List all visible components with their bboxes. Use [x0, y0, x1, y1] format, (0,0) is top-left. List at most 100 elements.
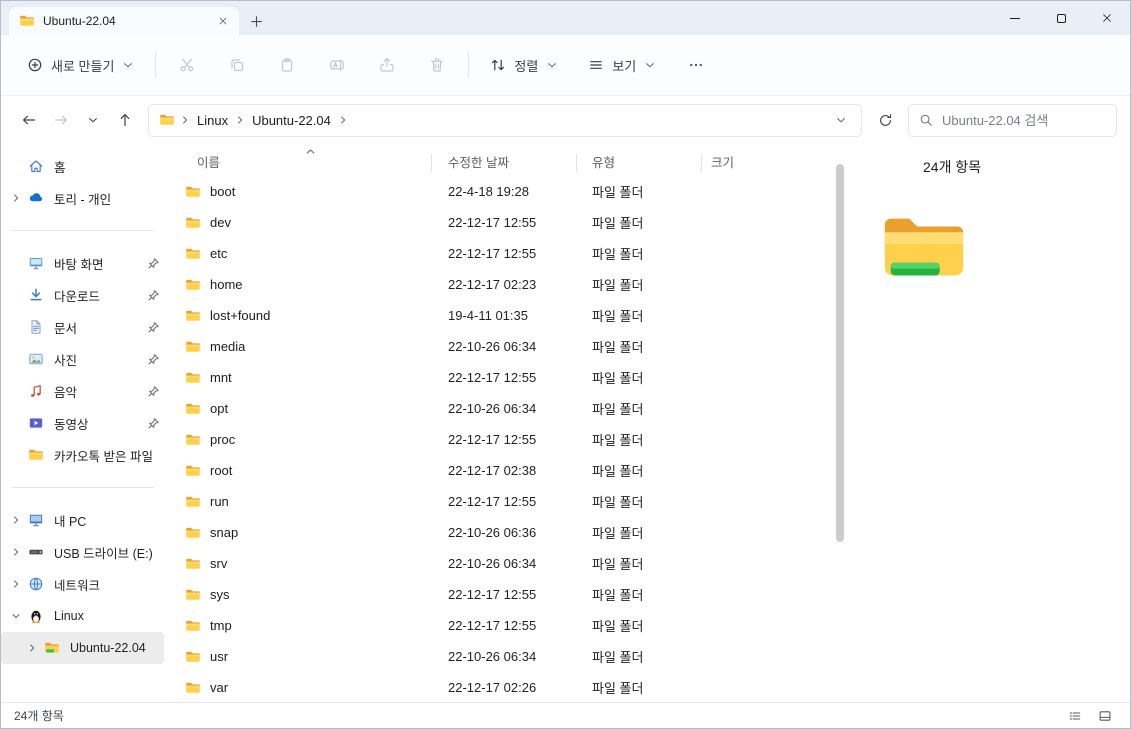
sort-button[interactable]: 정렬 — [480, 47, 568, 84]
new-tab-button[interactable] — [239, 7, 273, 35]
file-type: 파일 폴더 — [592, 526, 644, 541]
sidebar-item-ubuntu-22-04[interactable]: Ubuntu-22.04 — [1, 632, 164, 664]
sidebar-item-downloads[interactable]: 다운로드 — [1, 279, 164, 311]
file-row[interactable]: root 22-12-17 02:38 파일 폴더 — [164, 455, 833, 486]
paste-icon — [279, 57, 295, 73]
sidebar-item-usb-drive[interactable]: USB 드라이브 (E:) — [1, 536, 164, 568]
chevron-right-icon[interactable] — [5, 193, 27, 203]
chevron-right-icon[interactable] — [21, 643, 43, 653]
sidebar-item-desktop[interactable]: 바탕 화면 — [1, 247, 164, 279]
file-name-cell: tmp — [164, 618, 431, 634]
file-row[interactable]: usr 22-10-26 06:34 파일 폴더 — [164, 641, 833, 672]
scrollbar-thumb[interactable] — [836, 164, 844, 542]
pin-icon — [143, 417, 163, 430]
file-name: sys — [210, 587, 230, 602]
file-row[interactable]: tmp 22-12-17 12:55 파일 폴더 — [164, 610, 833, 641]
file-row[interactable]: proc 22-12-17 12:55 파일 폴더 — [164, 424, 833, 455]
folder-icon — [185, 370, 201, 386]
rename-icon — [329, 57, 345, 73]
file-name-cell: run — [164, 494, 431, 510]
sidebar-item-onedrive[interactable]: 토리 - 개인 — [1, 182, 164, 214]
file-row[interactable]: media 22-10-26 06:34 파일 폴더 — [164, 331, 833, 362]
sidebar-item-linux[interactable]: Linux — [1, 600, 164, 632]
refresh-button[interactable] — [870, 105, 900, 135]
file-row[interactable]: sys 22-12-17 12:55 파일 폴더 — [164, 579, 833, 610]
view-toggles — [1063, 706, 1117, 726]
file-type: 파일 폴더 — [592, 247, 644, 262]
share-button — [367, 46, 407, 84]
delete-icon — [429, 57, 445, 73]
sidebar-item-videos[interactable]: 동영상 — [1, 407, 164, 439]
breadcrumb-chevron-icon — [337, 115, 349, 125]
sidebar-item-pictures[interactable]: 사진 — [1, 343, 164, 375]
sidebar: 홈 토리 - 개인바탕 화면 다운로드문서사진 음악 동영상 카카오톡 받은 파일내 PC… — [1, 144, 164, 702]
column-header-type[interactable]: 유형 — [576, 152, 701, 172]
sidebar-item-home[interactable]: 홈 — [1, 150, 164, 182]
file-row[interactable]: opt 22-10-26 06:34 파일 폴더 — [164, 393, 833, 424]
tab-close-icon[interactable] — [213, 11, 233, 31]
desktop-icon — [27, 255, 45, 271]
minimize-button[interactable] — [992, 1, 1038, 35]
file-row[interactable]: run 22-12-17 12:55 파일 폴더 — [164, 486, 833, 517]
column-header-modified[interactable]: 수정한 날짜 — [431, 152, 576, 172]
search-input[interactable] — [942, 112, 1106, 128]
back-button[interactable] — [14, 105, 44, 135]
chevron-down-icon — [122, 59, 134, 71]
folder-icon — [185, 401, 201, 417]
vertical-scrollbar[interactable] — [833, 144, 847, 702]
rename-button — [317, 46, 357, 84]
address-dropdown-icon[interactable] — [829, 114, 853, 126]
file-list-header: 이름 수정한 날짜 유형 크기 — [164, 146, 833, 176]
toolbar: 새로 만들기 정렬 보기 — [1, 35, 1130, 96]
chevron-down-icon[interactable] — [5, 611, 27, 621]
sidebar-item-kakaotalk[interactable]: 카카오톡 받은 파일 — [1, 439, 164, 471]
file-row[interactable]: lost+found 19-4-11 01:35 파일 폴더 — [164, 300, 833, 331]
chevron-right-icon[interactable] — [5, 515, 27, 525]
file-type: 파일 폴더 — [592, 495, 644, 510]
file-name: lost+found — [210, 308, 271, 323]
more-button[interactable] — [676, 46, 716, 84]
file-explorer-window: Ubuntu-22.04 새로 만들기 정렬 보기 Linux Ubuntu-2… — [0, 0, 1131, 729]
file-row[interactable]: boot 22-4-18 19:28 파일 폴더 — [164, 176, 833, 207]
close-button[interactable] — [1084, 1, 1130, 35]
downloads-icon — [27, 287, 45, 303]
file-modified: 22-12-17 12:55 — [448, 494, 537, 509]
large-icons-view-button[interactable] — [1093, 706, 1117, 726]
file-row[interactable]: var 22-12-17 02:26 파일 폴더 — [164, 672, 833, 702]
column-header-size[interactable]: 크기 — [701, 152, 781, 172]
file-area: 이름 수정한 날짜 유형 크기 boot 22-4-18 19:28 파일 폴더 de… — [164, 144, 833, 702]
chevron-right-icon[interactable] — [5, 579, 27, 589]
recent-locations-button[interactable] — [78, 105, 108, 135]
file-row[interactable]: mnt 22-12-17 12:55 파일 폴더 — [164, 362, 833, 393]
address-bar[interactable]: Linux Ubuntu-22.04 — [148, 103, 862, 137]
new-button[interactable]: 새로 만들기 — [17, 47, 144, 84]
sidebar-item-this-pc[interactable]: 내 PC — [1, 504, 164, 536]
up-button[interactable] — [110, 105, 140, 135]
details-view-button[interactable] — [1063, 706, 1087, 726]
file-row[interactable]: srv 22-10-26 06:34 파일 폴더 — [164, 548, 833, 579]
breadcrumb-item[interactable]: Linux — [191, 110, 234, 131]
pin-icon — [143, 321, 163, 334]
sidebar-item-network[interactable]: 네트워크 — [1, 568, 164, 600]
videos-icon — [27, 415, 45, 431]
column-header-name[interactable]: 이름 — [164, 152, 431, 171]
chevron-right-icon[interactable] — [5, 547, 27, 557]
sidebar-item-music[interactable]: 음악 — [1, 375, 164, 407]
refresh-icon — [878, 113, 893, 128]
file-row[interactable]: dev 22-12-17 12:55 파일 폴더 — [164, 207, 833, 238]
maximize-button[interactable] — [1038, 1, 1084, 35]
view-button[interactable]: 보기 — [578, 47, 666, 84]
search-box[interactable] — [908, 103, 1117, 137]
file-row[interactable]: snap 22-10-26 06:36 파일 폴더 — [164, 517, 833, 548]
view-button-label: 보기 — [612, 58, 637, 74]
folder-icon — [185, 432, 201, 448]
tab-ubuntu-22-04[interactable]: Ubuntu-22.04 — [9, 7, 239, 35]
sidebar-item-label: 문서 — [54, 321, 78, 336]
pin-icon — [143, 385, 163, 398]
file-row[interactable]: etc 22-12-17 12:55 파일 폴더 — [164, 238, 833, 269]
file-row[interactable]: home 22-12-17 02:23 파일 폴더 — [164, 269, 833, 300]
file-modified: 22-12-17 02:38 — [448, 463, 537, 478]
file-name: opt — [210, 401, 229, 416]
sidebar-item-documents[interactable]: 문서 — [1, 311, 164, 343]
breadcrumb-item[interactable]: Ubuntu-22.04 — [246, 110, 337, 131]
